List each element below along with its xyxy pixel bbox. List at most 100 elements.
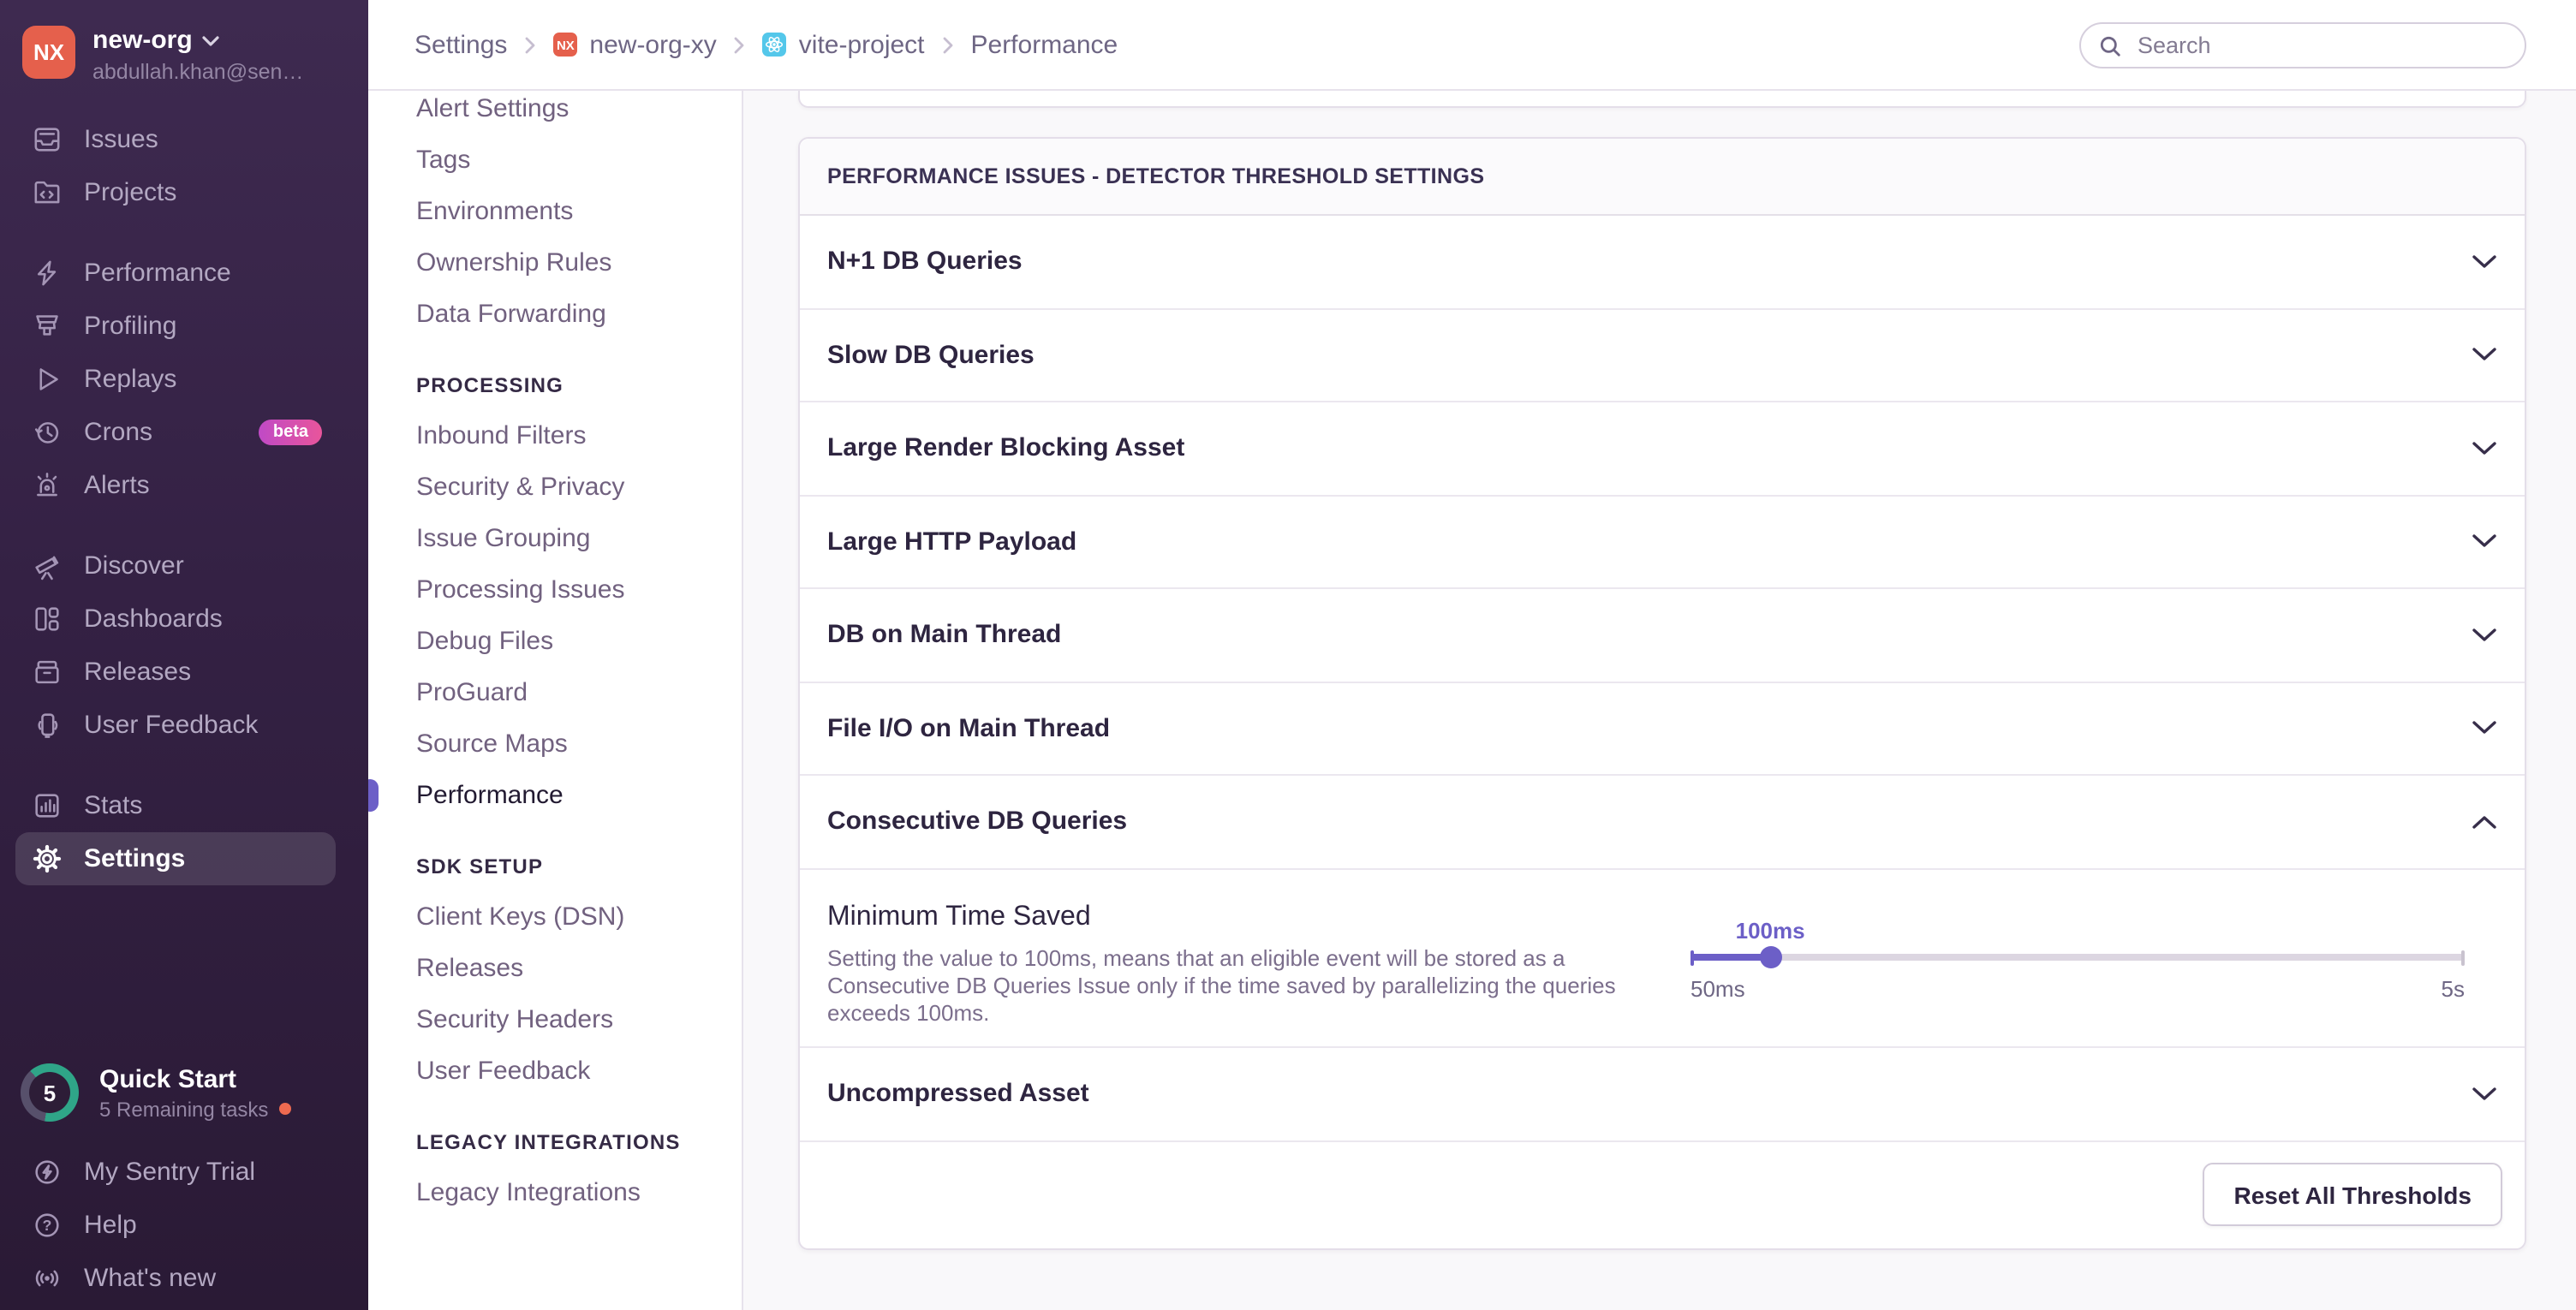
settings-nav-legacy-integrations[interactable]: Legacy Integrations — [368, 1168, 742, 1219]
org-meta: new-org abdullah.khan@sen… — [92, 26, 303, 84]
quickstart-panel[interactable]: 5 Quick Start 5 Remaining tasks — [21, 1063, 368, 1122]
sidebar-item-whats-new[interactable]: What's new — [0, 1252, 368, 1305]
sidebar-item-label: Settings — [84, 844, 185, 873]
breadcrumb: Settings NX new-org-xy vite-project Perf… — [368, 30, 1118, 59]
quickstart-title: Quick Start — [99, 1064, 290, 1093]
detector-row-db-on-main-thread[interactable]: DB on Main Thread — [800, 589, 2525, 682]
detector-row-uncompressed-asset[interactable]: Uncompressed Asset — [800, 1048, 2525, 1141]
gear-icon — [31, 843, 62, 874]
chevron-down-icon — [203, 35, 220, 45]
telescope-icon — [31, 551, 62, 581]
detector-row-file-io-on-main-thread[interactable]: File I/O on Main Thread — [800, 682, 2525, 776]
settings-nav-source-maps[interactable]: Source Maps — [368, 719, 742, 771]
settings-nav-alert-settings[interactable]: Alert Settings — [368, 91, 742, 135]
sidebar-item-stats[interactable]: Stats — [0, 779, 368, 832]
detector-label: Consecutive DB Queries — [827, 807, 1127, 837]
sidebar-item-user-feedback[interactable]: User Feedback — [0, 699, 368, 752]
settings-nav-issue-grouping[interactable]: Issue Grouping — [368, 514, 742, 565]
sidebar-item-replays[interactable]: Replays — [0, 353, 368, 406]
sidebar: NX new-org abdullah.khan@sen… Issues — [0, 0, 368, 1310]
breadcrumb-organization[interactable]: NX new-org-xy — [553, 30, 716, 59]
sidebar-item-discover[interactable]: Discover — [0, 539, 368, 592]
settings-nav-processing-issues[interactable]: Processing Issues — [368, 565, 742, 616]
reset-all-thresholds-button[interactable]: Reset All Thresholds — [2203, 1163, 2503, 1226]
chevron-down-icon — [2472, 442, 2497, 456]
sidebar-item-crons[interactable]: Crons beta — [0, 406, 368, 459]
detector-row-large-http-payload[interactable]: Large HTTP Payload — [800, 496, 2525, 589]
chevron-down-icon — [2472, 535, 2497, 549]
quickstart-progress-ring: 5 — [21, 1063, 79, 1122]
sidebar-item-label: Performance — [84, 259, 231, 288]
sidebar-item-dashboards[interactable]: Dashboards — [0, 592, 368, 646]
sidebar-item-alerts[interactable]: Alerts — [0, 459, 368, 512]
detector-row-slow-db-queries[interactable]: Slow DB Queries — [800, 309, 2525, 402]
sidebar-item-settings[interactable]: Settings — [15, 832, 336, 885]
org-email: abdullah.khan@sen… — [92, 60, 303, 84]
question-circle-icon: ? — [31, 1210, 62, 1241]
bar-chart-icon — [31, 790, 62, 821]
sidebar-bottom: 5 Quick Start 5 Remaining tasks My Sentr… — [0, 1063, 368, 1305]
sidebar-item-performance[interactable]: Performance — [0, 247, 368, 300]
chevron-down-icon — [2472, 348, 2497, 362]
sidebar-item-projects[interactable]: Projects — [0, 166, 368, 219]
settings-nav-releases[interactable]: Releases — [368, 944, 742, 995]
settings-nav-proguard[interactable]: ProGuard — [368, 668, 742, 719]
settings-nav-security-privacy[interactable]: Security & Privacy — [368, 462, 742, 514]
sidebar-item-releases[interactable]: Releases — [0, 646, 368, 699]
org-avatar: NX — [553, 33, 577, 57]
minimum-time-saved-slider: 100ms 50ms 5s — [1690, 917, 2465, 1003]
org-name: new-org — [92, 26, 193, 55]
sidebar-item-label: What's new — [84, 1264, 216, 1293]
chevron-down-icon — [2472, 722, 2497, 735]
detector-row-large-render-blocking-asset[interactable]: Large Render Blocking Asset — [800, 402, 2525, 496]
active-nav-indicator — [368, 779, 379, 812]
play-icon — [31, 364, 62, 395]
settings-nav-ownership-rules[interactable]: Ownership Rules — [368, 238, 742, 289]
sidebar-item-profiling[interactable]: Profiling — [0, 300, 368, 353]
sidebar-item-label: User Feedback — [84, 711, 258, 740]
breadcrumb-project[interactable]: vite-project — [763, 30, 925, 59]
sidebar-item-issues[interactable]: Issues — [0, 113, 368, 166]
detector-settings-panel: PERFORMANCE ISSUES - DETECTOR THRESHOLD … — [798, 137, 2526, 1249]
consecutive-db-queries-settings: Minimum Time Saved Setting the value to … — [800, 869, 2525, 1048]
detector-row-n-plus-one-db-queries[interactable]: N+1 DB Queries — [800, 216, 2525, 309]
grid-icon — [31, 604, 62, 634]
sidebar-item-label: Alerts — [84, 471, 150, 500]
panel-header: PERFORMANCE ISSUES - DETECTOR THRESHOLD … — [800, 139, 2525, 216]
slider-track[interactable] — [1690, 954, 2465, 961]
settings-nav-client-keys[interactable]: Client Keys (DSN) — [368, 892, 742, 944]
siren-icon — [31, 470, 62, 501]
settings-nav-tags[interactable]: Tags — [368, 135, 742, 187]
settings-nav: Alert Settings Tags Environments Ownersh… — [368, 91, 743, 1310]
archive-icon — [31, 657, 62, 688]
settings-nav-environments[interactable]: Environments — [368, 187, 742, 238]
breadcrumb-settings[interactable]: Settings — [414, 30, 507, 59]
sidebar-item-label: My Sentry Trial — [84, 1158, 255, 1187]
search-input[interactable] — [2134, 31, 2507, 60]
search-box[interactable] — [2079, 22, 2526, 68]
settings-nav-debug-files[interactable]: Debug Files — [368, 616, 742, 668]
sidebar-item-label: Replays — [84, 365, 176, 394]
chevron-up-icon — [2472, 815, 2497, 829]
slider-handle[interactable] — [1759, 946, 1781, 968]
sidebar-nav: Issues Projects Performance — [0, 113, 368, 885]
settings-nav-data-forwarding[interactable]: Data Forwarding — [368, 289, 742, 341]
settings-nav-security-headers[interactable]: Security Headers — [368, 995, 742, 1046]
react-icon — [763, 33, 787, 57]
search-icon — [2098, 33, 2122, 57]
sidebar-item-help[interactable]: ? Help — [0, 1199, 368, 1252]
settings-nav-performance[interactable]: Performance — [368, 771, 742, 822]
org-switcher[interactable]: NX new-org abdullah.khan@sen… — [0, 0, 368, 84]
sidebar-item-my-sentry-trial[interactable]: My Sentry Trial — [0, 1146, 368, 1199]
app-root: NX new-org abdullah.khan@sen… Issues — [0, 0, 2576, 1310]
detector-label: Uncompressed Asset — [827, 1080, 1089, 1109]
settings-nav-user-feedback[interactable]: User Feedback — [368, 1046, 742, 1098]
slider-min-label: 50ms — [1690, 975, 1745, 1001]
setting-description: Setting the value to 100ms, means that a… — [827, 944, 1636, 1028]
breadcrumb-project-label: vite-project — [799, 30, 925, 59]
chevron-right-icon — [942, 35, 954, 54]
settings-nav-section-processing: PROCESSING — [368, 360, 742, 411]
settings-nav-inbound-filters[interactable]: Inbound Filters — [368, 411, 742, 462]
detector-row-consecutive-db-queries[interactable]: Consecutive DB Queries — [800, 776, 2525, 869]
profiling-icon — [31, 311, 62, 342]
